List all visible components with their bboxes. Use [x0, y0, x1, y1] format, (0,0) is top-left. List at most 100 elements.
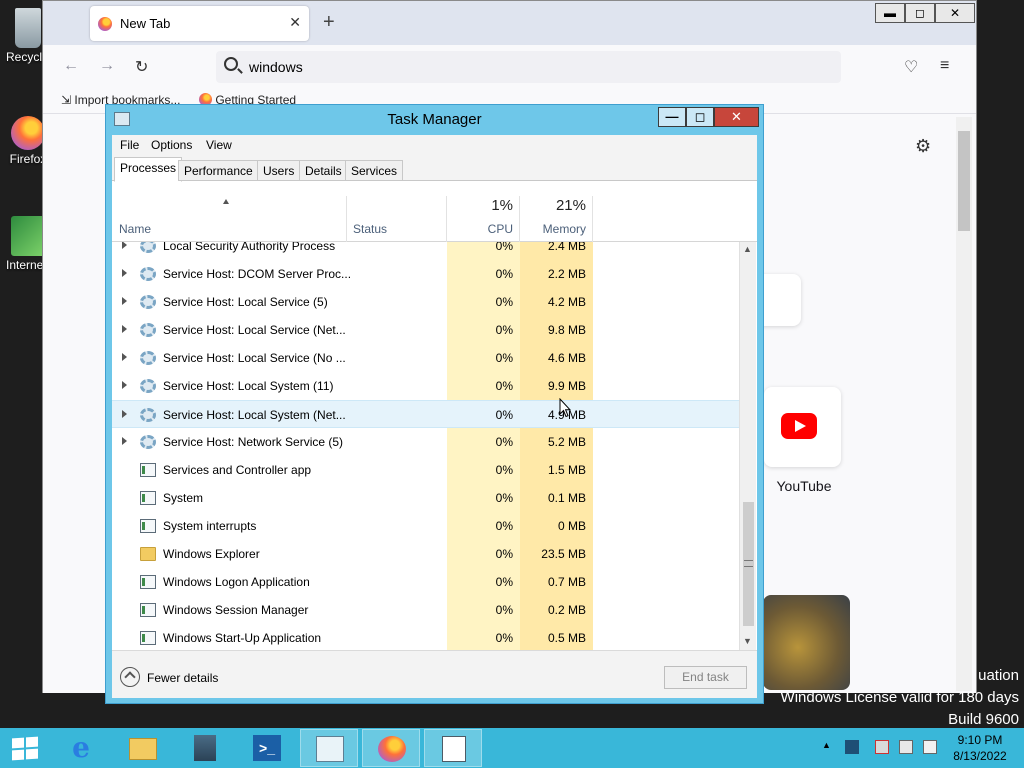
table-row[interactable]: Service Host: Local Service (No ... 0% 4.6… — [112, 344, 739, 372]
fewer-details-link[interactable]: Fewer details — [147, 671, 218, 685]
process-cpu: 0% — [495, 547, 513, 561]
tray-app-icon[interactable] — [845, 740, 859, 754]
hamburger-menu-icon[interactable]: ≡ — [940, 57, 949, 75]
close-button[interactable]: ✕ — [714, 107, 759, 127]
expand-arrow-icon[interactable] — [122, 410, 127, 418]
process-name: Service Host: Local Service (5) — [163, 295, 328, 309]
process-name: Service Host: Local System (11) — [163, 379, 334, 393]
process-cpu: 0% — [495, 463, 513, 477]
process-name: System — [163, 491, 204, 505]
expand-arrow-icon[interactable] — [122, 381, 127, 389]
taskbar-task-manager[interactable] — [300, 729, 358, 767]
taskbar-firefox[interactable] — [362, 729, 420, 767]
table-row[interactable]: Windows Logon Application 0% 0.7 MB — [112, 568, 739, 596]
gear-icon — [140, 295, 156, 309]
gear-icon — [140, 242, 156, 253]
column-name[interactable]: Name — [119, 222, 151, 236]
table-row[interactable]: System interrupts 0% 0 MB — [112, 512, 739, 540]
speaker-muted-icon[interactable] — [923, 740, 937, 754]
network-icon[interactable] — [899, 740, 913, 754]
process-cpu: 0% — [495, 242, 513, 253]
process-memory: 0.5 MB — [547, 631, 586, 645]
process-memory: 0 MB — [557, 519, 586, 533]
table-row[interactable]: Local Security Authority Process 0% 2.4 MB — [112, 242, 739, 260]
firefox-maximize-button[interactable]: ◻ — [905, 3, 935, 23]
tab-new-tab[interactable]: New Tab ✕ — [90, 6, 309, 41]
expand-arrow-icon[interactable] — [122, 297, 127, 305]
process-memory: 2.4 MB — [547, 242, 586, 253]
taskbar-notepad[interactable] — [424, 729, 482, 767]
new-tab-plus-icon[interactable]: + — [323, 12, 335, 32]
column-status[interactable]: Status — [353, 222, 387, 236]
page-scrollbar[interactable] — [956, 117, 972, 691]
column-memory[interactable]: Memory — [520, 222, 586, 236]
system-clock[interactable]: 9:10 PM 8/13/2022 — [950, 732, 1010, 764]
reload-icon[interactable]: ↻ — [135, 57, 148, 77]
expand-arrow-icon[interactable] — [122, 242, 127, 249]
table-row[interactable]: Service Host: Network Service (5) 0% 5.2 M… — [112, 428, 739, 456]
taskbar-server-manager[interactable] — [176, 729, 234, 767]
story-thumbnail-image[interactable] — [763, 595, 850, 690]
process-memory: 0.1 MB — [547, 491, 586, 505]
process-memory: 5.2 MB — [547, 435, 586, 449]
tab-services[interactable]: Services — [345, 160, 404, 181]
gear-icon — [140, 379, 156, 393]
table-row[interactable]: Service Host: Local Service (5) 0% 4.2 MB — [112, 288, 739, 316]
url-input[interactable]: windows — [249, 59, 303, 75]
tab-close-icon[interactable]: ✕ — [289, 14, 301, 31]
tab-users[interactable]: Users — [257, 160, 301, 181]
expand-arrow-icon[interactable] — [122, 269, 127, 277]
table-row[interactable]: Service Host: Local System (11) 0% 9.9 MB — [112, 372, 739, 400]
start-button[interactable] — [12, 736, 38, 761]
column-cpu[interactable]: CPU — [447, 222, 513, 236]
table-row[interactable]: Windows Explorer 0% 23.5 MB — [112, 540, 739, 568]
tab-details[interactable]: Details — [299, 160, 348, 181]
process-memory: 4.6 MB — [547, 351, 586, 365]
maximize-button[interactable]: ◻ — [686, 107, 714, 127]
process-name: Service Host: Local Service (Net... — [163, 323, 346, 337]
table-row[interactable]: Service Host: Local System (Net... 0% 4.9 … — [112, 400, 739, 428]
gear-icon — [140, 351, 156, 365]
table-row[interactable]: System 0% 0.1 MB — [112, 484, 739, 512]
end-task-button[interactable]: End task — [664, 666, 747, 689]
fewer-details-chevron-icon[interactable] — [120, 667, 140, 687]
process-list-scrollbar[interactable]: ▲ ▼ — [739, 242, 756, 650]
minimize-button[interactable]: — — [658, 107, 686, 127]
scroll-down-icon[interactable]: ▼ — [743, 636, 752, 646]
tab-processes[interactable]: Processes — [114, 157, 183, 182]
pocket-icon[interactable]: ♡ — [904, 57, 918, 77]
table-row[interactable]: Service Host: DCOM Server Proc... 0% 2.2 M… — [112, 260, 739, 288]
process-name: Service Host: Local System (Net... — [163, 408, 346, 422]
expand-arrow-icon[interactable] — [122, 437, 127, 445]
top-site-youtube[interactable] — [764, 387, 841, 467]
menu-view[interactable]: View — [206, 138, 232, 152]
table-row[interactable]: Service Host: Local Service (Net... 0% 9.8… — [112, 316, 739, 344]
app-icon — [140, 463, 156, 477]
table-row[interactable]: Windows Start-Up Application 0% 0.5 MB — [112, 624, 739, 650]
process-name: Windows Explorer — [163, 547, 260, 561]
scrollbar-thumb[interactable] — [958, 131, 970, 231]
taskbar-file-explorer[interactable] — [114, 729, 172, 767]
process-name: Windows Start-Up Application — [163, 631, 322, 645]
scroll-up-icon[interactable]: ▲ — [743, 244, 752, 254]
firefox-minimize-button[interactable]: ▬ — [875, 3, 905, 23]
top-site-tile[interactable] — [761, 274, 801, 326]
action-center-flag-icon[interactable] — [875, 740, 889, 754]
forward-arrow-icon[interactable]: → — [99, 57, 115, 75]
back-arrow-icon[interactable]: ← — [63, 57, 79, 75]
menu-options[interactable]: Options — [151, 138, 192, 152]
application-window-icon — [442, 736, 466, 762]
expand-arrow-icon[interactable] — [122, 325, 127, 333]
memory-total: 21% — [555, 197, 586, 214]
expand-arrow-icon[interactable] — [122, 353, 127, 361]
show-hidden-icons-chevron-icon[interactable]: ▲ — [822, 740, 831, 750]
tab-performance[interactable]: Performance — [178, 160, 259, 181]
taskbar-internet-explorer[interactable]: e — [52, 729, 110, 767]
firefox-close-button[interactable]: ✕ — [935, 3, 975, 23]
menu-file[interactable]: File — [120, 138, 139, 152]
taskbar-powershell[interactable]: >_ — [238, 729, 296, 767]
settings-gear-icon[interactable]: ⚙ — [915, 136, 931, 157]
table-row[interactable]: Windows Session Manager 0% 0.2 MB — [112, 596, 739, 624]
table-row[interactable]: Services and Controller app 0% 1.5 MB — [112, 456, 739, 484]
url-bar[interactable]: windows — [216, 51, 841, 83]
